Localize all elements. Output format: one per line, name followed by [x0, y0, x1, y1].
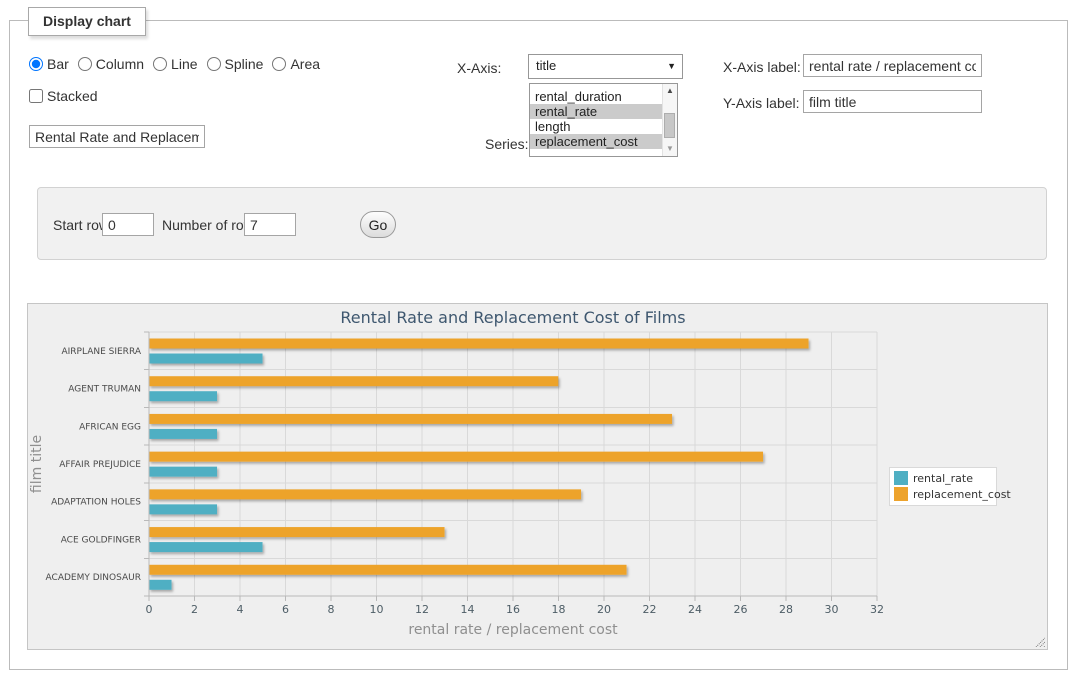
bar-replacement_cost[interactable] [149, 565, 627, 575]
x-tick-label: 0 [146, 603, 153, 616]
y-axis-title: film title [29, 435, 45, 493]
x-axis-title: rental rate / replacement cost [408, 622, 618, 638]
x-axis-select-label: X-Axis: [457, 60, 501, 76]
chart-type-text: Bar [47, 56, 69, 72]
category-label: ACE GOLDFINGER [61, 535, 141, 545]
x-tick-label: 6 [282, 603, 289, 616]
bar-chart: AIRPLANE SIERRA AGENT TRUMAN AFRICAN EGG AF… [28, 304, 1047, 649]
legend: rental_rate replacement_cost [890, 468, 1012, 506]
category-label: AGENT TRUMAN [68, 385, 141, 395]
go-button[interactable]: Go [360, 211, 396, 238]
scroll-down-icon[interactable]: ▼ [663, 145, 677, 153]
x-tick-label: 32 [870, 603, 884, 616]
bar-replacement_cost[interactable] [149, 376, 558, 386]
bar-replacement_cost[interactable] [149, 339, 809, 349]
chart-type-text: Area [290, 56, 320, 72]
chart-type-option-column[interactable]: Column [78, 56, 144, 72]
chart-type-radio-group: Bar Column Line Spline Area [29, 56, 329, 72]
page: Display chart Bar Column Line Spline Area St… [0, 0, 1081, 681]
stacked-checkbox[interactable] [29, 89, 43, 103]
series-option-rental_rate[interactable]: rental_rate [530, 104, 662, 119]
y-axis-label-input[interactable] [803, 90, 982, 113]
legend-item-rental_rate[interactable]: rental_rate [894, 471, 973, 485]
chart-type-text: Column [96, 56, 144, 72]
dropdown-arrow-icon: ▼ [667, 62, 676, 71]
chart-type-radio-spline[interactable] [207, 57, 221, 71]
chart-type-text: Line [171, 56, 197, 72]
x-tick-label: 8 [328, 603, 335, 616]
legend-label: replacement_cost [913, 488, 1011, 501]
x-axis-label-field-label: X-Axis label: [723, 59, 801, 75]
bar-replacement_cost[interactable] [149, 489, 581, 499]
x-tick-label: 20 [597, 603, 611, 616]
bar-replacement_cost[interactable] [149, 414, 672, 424]
series-option-length[interactable]: length [530, 119, 662, 134]
x-tick-label: 2 [191, 603, 198, 616]
bar-rental_rate[interactable] [149, 542, 263, 552]
chart-title: Rental Rate and Replacement Cost of Film… [340, 308, 685, 327]
chart-type-text: Spline [225, 56, 264, 72]
stacked-label: Stacked [47, 88, 98, 104]
scroll-up-icon[interactable]: ▲ [663, 87, 677, 95]
bar-rental_rate[interactable] [149, 354, 263, 364]
chart-type-radio-line[interactable] [153, 57, 167, 71]
chart-type-radio-area[interactable] [272, 57, 286, 71]
listbox-scrollbar[interactable]: ▲ ▼ [662, 84, 677, 156]
x-axis-select[interactable]: title ▼ [528, 54, 683, 79]
x-tick-label: 14 [461, 603, 475, 616]
x-tick-label: 18 [552, 603, 566, 616]
display-chart-legend: Display chart [28, 7, 146, 36]
bar-rental_rate[interactable] [149, 504, 217, 514]
resize-grip-icon[interactable] [1034, 636, 1045, 647]
row-range-panel: Start row: Number of rows: Go [37, 187, 1047, 260]
legend-swatch [894, 471, 908, 485]
x-axis-label-input[interactable] [803, 54, 982, 77]
bar-replacement_cost[interactable] [149, 452, 763, 462]
bar-replacement_cost[interactable] [149, 527, 445, 537]
chart-title-input[interactable] [29, 125, 205, 148]
series-option-rental_duration[interactable]: rental_duration [530, 89, 662, 104]
bar-rental_rate[interactable] [149, 391, 217, 401]
series-option-replacement_cost[interactable]: replacement_cost [530, 134, 662, 149]
category-label: AIRPLANE SIERRA [61, 347, 141, 357]
chart-type-radio-bar[interactable] [29, 57, 43, 71]
legend-swatch [894, 487, 908, 501]
series-options: rental_durationrental_ratelengthreplacem… [530, 89, 662, 149]
x-tick-label: 16 [506, 603, 520, 616]
number-of-rows-input[interactable] [244, 213, 296, 236]
stacked-option[interactable]: Stacked [29, 88, 98, 104]
chart-type-option-line[interactable]: Line [153, 56, 197, 72]
x-tick-label: 30 [825, 603, 839, 616]
x-tick-label: 24 [688, 603, 702, 616]
legend-label: rental_rate [913, 472, 973, 485]
bar-rental_rate[interactable] [149, 467, 217, 477]
chart-container: AIRPLANE SIERRA AGENT TRUMAN AFRICAN EGG AF… [27, 303, 1048, 650]
bar-rental_rate[interactable] [149, 429, 217, 439]
start-row-input[interactable] [102, 213, 154, 236]
x-axis-select-value: title [536, 58, 556, 73]
chart-type-option-bar[interactable]: Bar [29, 56, 69, 72]
series-label: Series: [485, 136, 529, 152]
chart-type-option-spline[interactable]: Spline [207, 56, 264, 72]
category-label: ACADEMY DINOSAUR [46, 573, 141, 583]
x-tick-label: 4 [237, 603, 244, 616]
x-tick-label: 28 [779, 603, 793, 616]
x-tick-label: 22 [643, 603, 657, 616]
bar-rental_rate[interactable] [149, 580, 172, 590]
chart-type-radio-column[interactable] [78, 57, 92, 71]
category-label: AFFAIR PREJUDICE [59, 460, 141, 470]
category-label: ADAPTATION HOLES [51, 498, 141, 508]
x-tick-label: 10 [370, 603, 384, 616]
x-tick-label: 26 [734, 603, 748, 616]
y-axis-label-field-label: Y-Axis label: [723, 95, 800, 111]
scrollbar-thumb[interactable] [664, 113, 675, 138]
chart-type-option-area[interactable]: Area [272, 56, 320, 72]
x-tick-label: 12 [415, 603, 429, 616]
category-label: AFRICAN EGG [79, 422, 141, 432]
series-listbox[interactable]: rental_durationrental_ratelengthreplacem… [529, 83, 678, 157]
